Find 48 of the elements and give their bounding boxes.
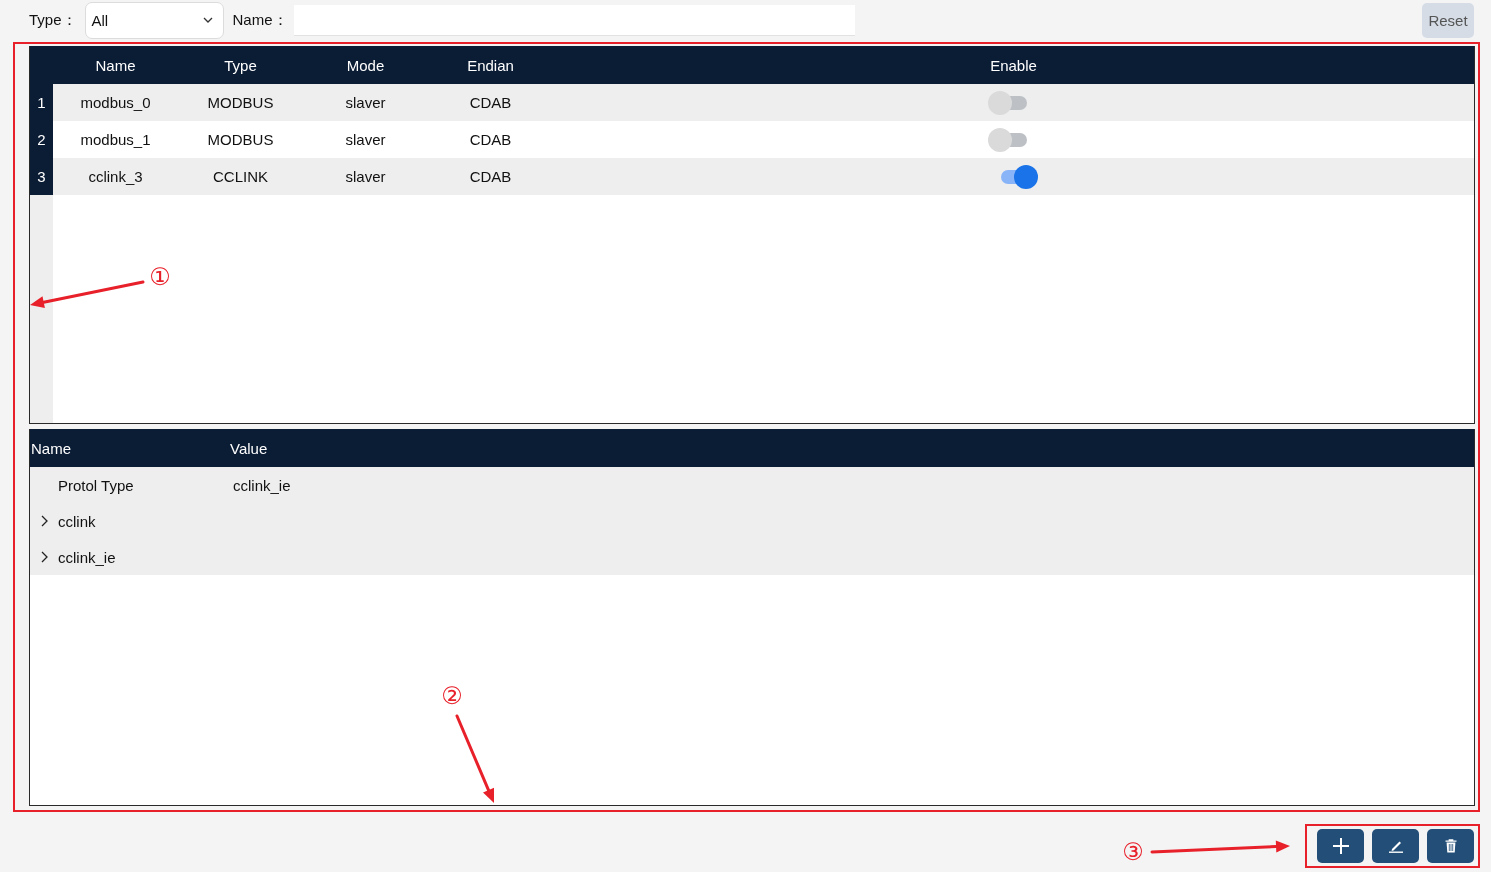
property-name: Protol Type — [58, 476, 134, 494]
chevron-right-icon[interactable] — [40, 515, 48, 527]
annotation-number: ③ — [1121, 837, 1145, 867]
row-number: 3 — [30, 158, 53, 195]
table-cell: MODBUS — [207, 131, 274, 148]
table-cell: cclink_3 — [88, 168, 143, 185]
property-row[interactable]: cclink_ie — [30, 539, 1474, 575]
annotation-number: ② — [440, 681, 464, 711]
chevron-right-icon[interactable] — [40, 551, 48, 563]
pencil-icon — [1387, 839, 1404, 853]
property-row[interactable]: cclink — [30, 503, 1474, 539]
table-cell: CCLINK — [213, 168, 268, 185]
column-header: Name — [95, 56, 136, 74]
row-number: 1 — [30, 84, 53, 121]
table-cell: slaver — [345, 168, 386, 185]
type-label: Type： — [29, 10, 77, 30]
trash-icon — [1444, 839, 1457, 853]
column-header: Value — [230, 439, 268, 457]
table-cell: CDAB — [469, 168, 512, 185]
table-cell: CDAB — [469, 131, 512, 148]
name-input[interactable] — [293, 4, 855, 36]
table-cell: modbus_1 — [80, 131, 151, 148]
reset-button[interactable]: Reset — [1422, 2, 1474, 38]
add-button[interactable] — [1317, 829, 1364, 863]
chevron-down-icon — [202, 17, 213, 23]
table-row[interactable]: 3 cclink_3 CCLINK slaver CDAB — [30, 158, 1474, 195]
table-row[interactable]: 1 modbus_0 MODBUS slaver CDAB — [30, 84, 1474, 121]
property-name: cclink_ie — [58, 548, 116, 566]
property-name: cclink — [58, 512, 96, 530]
edit-button[interactable] — [1372, 829, 1419, 863]
name-label: Name： — [232, 10, 288, 30]
column-header: Enable — [990, 56, 1037, 74]
property-row[interactable]: Protol Type cclink_ie — [30, 467, 1474, 503]
row-number: 2 — [30, 121, 53, 158]
table-cell: slaver — [345, 94, 386, 111]
table-cell: CDAB — [469, 94, 512, 111]
type-select[interactable]: All — [84, 1, 224, 39]
property-value: cclink_ie — [233, 476, 291, 494]
table-cell: modbus_0 — [80, 94, 151, 111]
column-header: Mode — [346, 56, 385, 74]
table-cell: slaver — [345, 131, 386, 148]
annotation-number: ① — [148, 262, 172, 292]
delete-button[interactable] — [1427, 829, 1474, 863]
plus-icon — [1332, 838, 1349, 854]
column-header: Name — [31, 439, 71, 457]
table-cell: MODBUS — [207, 94, 274, 111]
column-header: Endian — [467, 56, 514, 74]
column-header: Type — [224, 56, 257, 74]
